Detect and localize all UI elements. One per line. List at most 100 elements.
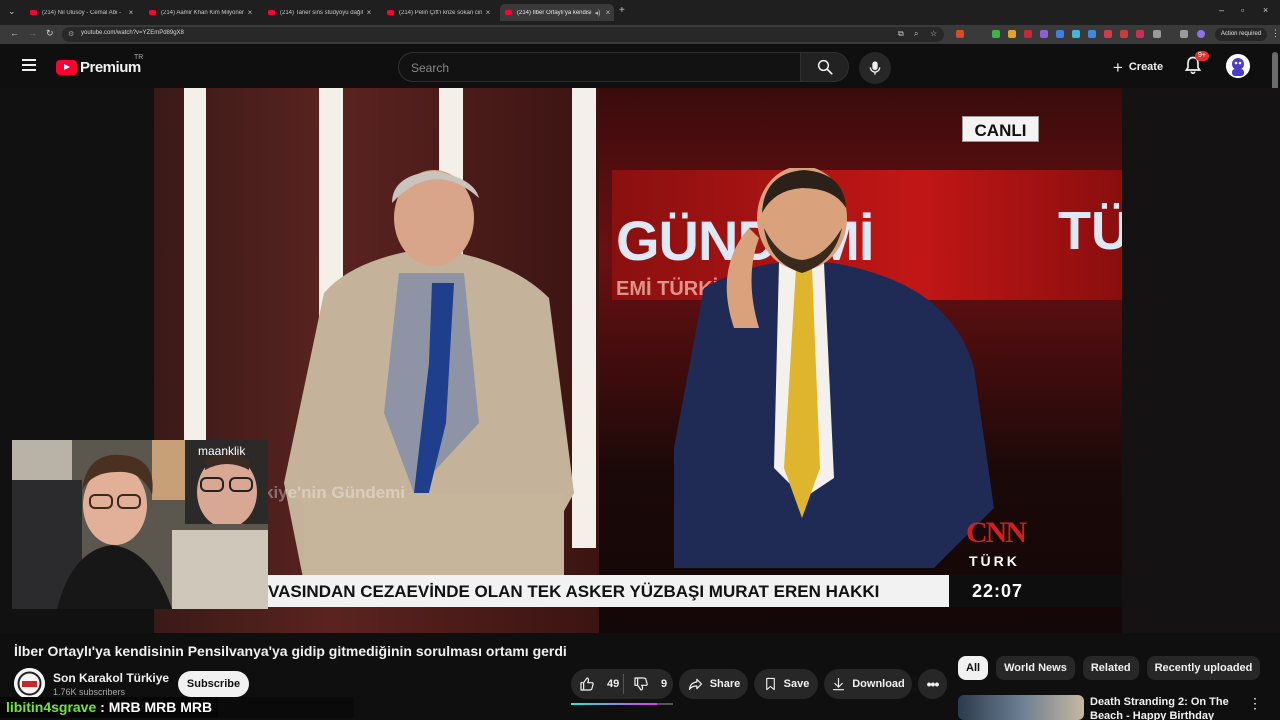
plus-icon: + [1112, 57, 1123, 77]
chat-username: libitin4sgrave [6, 699, 97, 715]
window-close-icon[interactable]: × [1263, 5, 1268, 15]
guest-right-figure [674, 168, 994, 568]
avatar-icon [1226, 54, 1250, 78]
reload-icon[interactable]: ↻ [46, 28, 54, 39]
search-button[interactable] [800, 52, 849, 82]
extension-icon[interactable] [1024, 30, 1032, 38]
recommended-video-title[interactable]: Death Stranding 2: On The Beach - Happy … [1090, 695, 1240, 720]
youtube-premium-logo[interactable]: Premium TR [56, 54, 143, 76]
voice-search-button[interactable] [859, 52, 891, 84]
install-icon[interactable]: ⧉ [898, 29, 904, 39]
save-button[interactable]: Save [754, 669, 818, 699]
chip-recently-uploaded[interactable]: Recently uploaded [1146, 656, 1261, 680]
live-badge: CANLI [962, 116, 1039, 142]
site-info-icon[interactable]: ⚙ [68, 30, 74, 38]
browser-menu-icon[interactable]: ⋮ [1271, 28, 1280, 39]
tab-close-icon[interactable]: × [602, 8, 614, 17]
chip-all[interactable]: All [958, 656, 989, 680]
subscribe-button[interactable]: Subscribe [178, 671, 249, 697]
new-tab-icon[interactable]: + [619, 5, 625, 16]
extensions-puzzle-icon[interactable] [1153, 30, 1161, 38]
extension-icon[interactable] [956, 30, 964, 38]
extension-icon[interactable] [1120, 30, 1128, 38]
browser-tab-active[interactable]: (214) İlber Ortaylı'ya kendisi ◂) × [500, 4, 614, 21]
minimize-icon[interactable]: – [1219, 5, 1224, 15]
url-text: youtube.com/watch?v=YZEmPd89gX8 [81, 30, 184, 36]
chip-world-news[interactable]: World News [996, 656, 1075, 680]
account-avatar[interactable] [1226, 54, 1250, 78]
action-required-button[interactable]: Action required [1215, 28, 1267, 41]
forward-icon[interactable]: → [28, 28, 37, 38]
dislike-count: 9 [661, 678, 668, 690]
youtube-play-logo-icon [56, 60, 77, 75]
search-input[interactable] [411, 59, 781, 76]
like-count: 49 [607, 678, 620, 690]
thumbs-down-icon [634, 677, 648, 691]
tab-title: (214) Pelin Çift'i krize sokan cin [399, 9, 482, 16]
thumbs-up-icon [580, 677, 594, 691]
tab-audio-icon[interactable]: ◂) [593, 9, 602, 17]
browser-tab[interactable]: (214) Pelin Çift'i krize sokan cin × [382, 4, 494, 21]
dislike-button[interactable]: 9 [624, 676, 667, 692]
extension-icon[interactable] [1056, 30, 1064, 38]
channel-name[interactable]: Son Karakol Türkiye [53, 671, 169, 685]
logo-text: Premium [80, 59, 141, 76]
share-arrow-icon [688, 678, 702, 690]
chat-overlay-bg [214, 697, 354, 718]
tab-close-icon[interactable]: × [482, 8, 494, 17]
tab-close-icon[interactable]: × [125, 8, 137, 17]
tab-title: (214) İlber Ortaylı'ya kendisi [517, 9, 592, 16]
zoom-icon[interactable]: ⌕ [914, 29, 918, 39]
youtube-favicon-icon [505, 10, 512, 15]
extension-icon[interactable] [1072, 30, 1080, 38]
tab-title: (214) Taner sins stüdyoyu dağıt [280, 9, 363, 16]
download-icon [833, 677, 845, 691]
channel-logo-sub: TÜRK [969, 553, 1020, 569]
like-dislike-group: 49 9 [571, 669, 673, 699]
download-button[interactable]: Download [824, 669, 912, 699]
back-icon[interactable]: ← [10, 28, 19, 38]
tab-title: (214) Aamir Khan Kim Milyoner [161, 9, 244, 16]
bookmark-star-icon[interactable]: ☆ [930, 29, 937, 38]
channel-avatar[interactable] [14, 668, 45, 699]
share-button[interactable]: Share [679, 669, 748, 699]
profile-avatar-icon[interactable] [1197, 30, 1205, 38]
channel-logo-icon [14, 668, 45, 699]
channel-logo: CNN [966, 516, 1027, 549]
tab-close-icon[interactable]: × [363, 8, 375, 17]
recommended-more-icon[interactable]: ⋮ [1248, 695, 1262, 712]
extension-icon[interactable] [1104, 30, 1112, 38]
tab-title: (214) Nil Ulusoy - Cemal Abi - [42, 9, 122, 16]
chip-related[interactable]: Related [1082, 656, 1139, 680]
sidebar-toggle-icon[interactable] [1180, 30, 1188, 38]
recommended-video-thumbnail[interactable] [958, 695, 1084, 720]
address-bar[interactable]: ⚙ youtube.com/watch?v=YZEmPd89gX8 ⧉ ⌕ ☆ [62, 27, 944, 42]
studio-screen-text: TÜ [1058, 201, 1122, 261]
more-horizontal-icon: ••• [926, 676, 940, 692]
extension-icon[interactable] [1088, 30, 1096, 38]
tab-list-chevron-icon[interactable]: ⌄ [8, 6, 16, 17]
extension-icon[interactable] [1040, 30, 1048, 38]
extension-icon[interactable] [1136, 30, 1144, 38]
like-button[interactable]: 49 [571, 676, 623, 692]
more-actions-button[interactable]: ••• [918, 669, 947, 699]
webcam-username-tag: maanklik [198, 444, 246, 458]
browser-tab[interactable]: (214) Nil Ulusoy - Cemal Abi - × [25, 4, 137, 21]
tab-close-icon[interactable]: × [244, 8, 256, 17]
create-button[interactable]: + Create [1102, 52, 1174, 82]
extension-icon[interactable] [992, 30, 1000, 38]
browser-tab[interactable]: (214) Aamir Khan Kim Milyoner × [144, 4, 256, 21]
notifications-button[interactable]: 9+ [1183, 51, 1209, 77]
download-label: Download [852, 678, 905, 690]
youtube-favicon-icon [268, 10, 275, 15]
player-backdrop-right [1122, 88, 1280, 633]
browser-tab[interactable]: (214) Taner sins stüdyoyu dağıt × [263, 4, 375, 21]
maximize-icon[interactable]: ▫ [1241, 5, 1244, 15]
like-ratio-bar [571, 703, 673, 705]
video-player[interactable]: GÜNDEMİ TÜ EMİ TÜRKİY CANLI kiye'nin Gün… [154, 88, 1122, 633]
extension-icon[interactable] [1008, 30, 1016, 38]
browser-tab-bar: ⌄ (214) Nil Ulusoy - Cemal Abi - × (214)… [0, 0, 1280, 25]
notification-count-badge: 9+ [1195, 51, 1209, 61]
streamer-webcam: maanklik [12, 440, 268, 609]
hamburger-menu-icon[interactable] [22, 59, 36, 71]
